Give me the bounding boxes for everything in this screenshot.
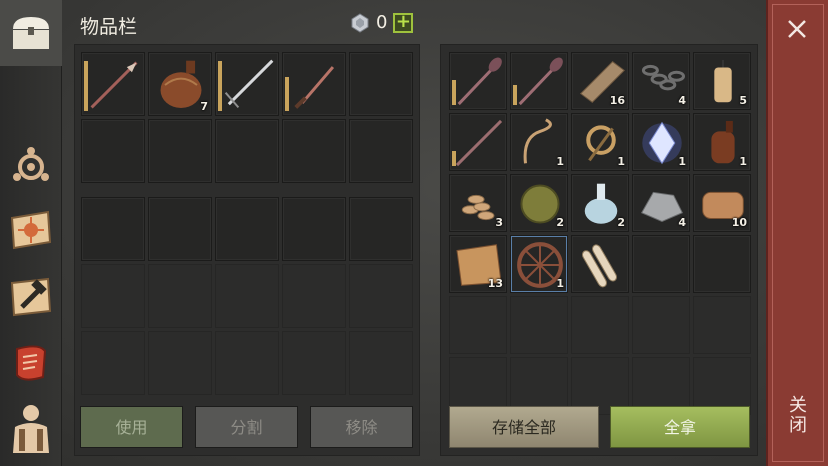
take-all-button[interactable]: 全拿	[610, 406, 750, 448]
item-slot[interactable]	[449, 52, 507, 110]
item-slot[interactable]	[632, 296, 690, 354]
map-scroll-icon[interactable]	[6, 205, 56, 255]
item-slot[interactable]	[81, 197, 145, 261]
item-quantity: 3	[495, 216, 503, 229]
item-slot[interactable]	[81, 119, 145, 183]
item-slot[interactable]: 2	[571, 174, 629, 232]
sidebar	[0, 0, 62, 466]
item-slot[interactable]	[571, 235, 629, 293]
item-slot[interactable]	[449, 113, 507, 171]
item-slot[interactable]: 4	[632, 174, 690, 232]
durability-bar	[84, 61, 88, 111]
item-slot[interactable]	[215, 52, 279, 116]
item-quantity: 4	[678, 216, 686, 229]
storage-grid: 16 4 5 1 1 1 1 3 2 2 4 10 13 1	[449, 52, 751, 415]
currency-count: 0	[376, 12, 388, 33]
item-slot[interactable]: 1	[632, 113, 690, 171]
chest-icon[interactable]	[6, 8, 56, 58]
item-slot[interactable]	[349, 264, 413, 328]
item-slot[interactable]	[282, 331, 346, 395]
page-title: 物品栏	[80, 16, 138, 38]
item-slot[interactable]	[215, 119, 279, 183]
close-panel[interactable]: 关闭	[766, 0, 828, 466]
item-quantity: 4	[678, 94, 686, 107]
item-slot[interactable]	[81, 264, 145, 328]
store-all-button[interactable]: 存储全部	[449, 406, 599, 448]
item-quantity: 1	[556, 277, 564, 290]
item-slot[interactable]	[349, 331, 413, 395]
item-slot[interactable]	[215, 264, 279, 328]
item-slot[interactable]: 1	[510, 113, 568, 171]
durability-bar	[513, 85, 517, 105]
item-slot[interactable]	[349, 119, 413, 183]
item-quantity: 1	[617, 155, 625, 168]
item-slot[interactable]	[282, 119, 346, 183]
item-slot[interactable]	[81, 331, 145, 395]
item-slot[interactable]	[349, 197, 413, 261]
item-slot[interactable]	[282, 197, 346, 261]
item-slot[interactable]	[632, 235, 690, 293]
inventory-grid-bottom	[81, 197, 413, 395]
durability-bar	[452, 80, 456, 105]
item-slot[interactable]: 10	[693, 174, 751, 232]
item-slot[interactable]: 13	[449, 235, 507, 293]
currency-display: 0 +	[350, 12, 414, 33]
remove-button[interactable]: 移除	[310, 406, 413, 448]
add-currency-button[interactable]: +	[393, 12, 414, 33]
crafting-icon[interactable]	[6, 140, 56, 190]
close-label[interactable]: 关闭	[786, 395, 809, 435]
item-quantity: 1	[739, 155, 747, 168]
item-slot[interactable]	[693, 296, 751, 354]
durability-bar	[285, 77, 289, 111]
item-quantity: 7	[200, 100, 208, 113]
item-slot[interactable]: 5	[693, 52, 751, 110]
close-icon[interactable]	[786, 18, 808, 40]
item-slot[interactable]: 16	[571, 52, 629, 110]
character-icon[interactable]	[6, 403, 56, 453]
item-slot[interactable]	[148, 264, 212, 328]
build-hammer-icon[interactable]	[6, 272, 56, 322]
item-quantity: 1	[678, 155, 686, 168]
item-quantity: 5	[739, 94, 747, 107]
item-slot[interactable]: 1	[693, 113, 751, 171]
item-quantity: 13	[487, 277, 503, 290]
item-slot[interactable]	[282, 264, 346, 328]
item-slot[interactable]	[148, 331, 212, 395]
item-slot[interactable]	[349, 52, 413, 116]
item-quantity: 2	[556, 216, 564, 229]
quest-scroll-icon[interactable]	[6, 338, 56, 388]
item-slot[interactable]	[81, 52, 145, 116]
item-slot[interactable]	[215, 331, 279, 395]
item-slot[interactable]: 1	[510, 235, 568, 293]
item-slot[interactable]: 4	[632, 52, 690, 110]
item-quantity: 16	[609, 94, 625, 107]
item-slot[interactable]: 1	[571, 113, 629, 171]
item-slot[interactable]	[215, 197, 279, 261]
durability-bar	[218, 61, 222, 111]
item-slot[interactable]: 7	[148, 52, 212, 116]
item-quantity: 1	[556, 155, 564, 168]
item-slot[interactable]	[282, 52, 346, 116]
item-slot[interactable]	[510, 52, 568, 110]
item-quantity: 10	[731, 216, 747, 229]
close-frame	[772, 4, 824, 462]
item-slot[interactable]	[571, 296, 629, 354]
item-slot[interactable]: 2	[510, 174, 568, 232]
item-slot[interactable]	[148, 119, 212, 183]
item-quantity: 2	[617, 216, 625, 229]
item-slot[interactable]	[148, 197, 212, 261]
item-slot[interactable]	[693, 235, 751, 293]
item-slot[interactable]	[510, 296, 568, 354]
inventory-grid-top: 7	[81, 52, 413, 183]
use-button[interactable]: 使用	[80, 406, 183, 448]
item-slot[interactable]: 3	[449, 174, 507, 232]
gem-icon	[351, 12, 369, 33]
item-slot[interactable]	[449, 296, 507, 354]
split-button[interactable]: 分割	[195, 406, 298, 448]
durability-bar	[452, 151, 456, 166]
